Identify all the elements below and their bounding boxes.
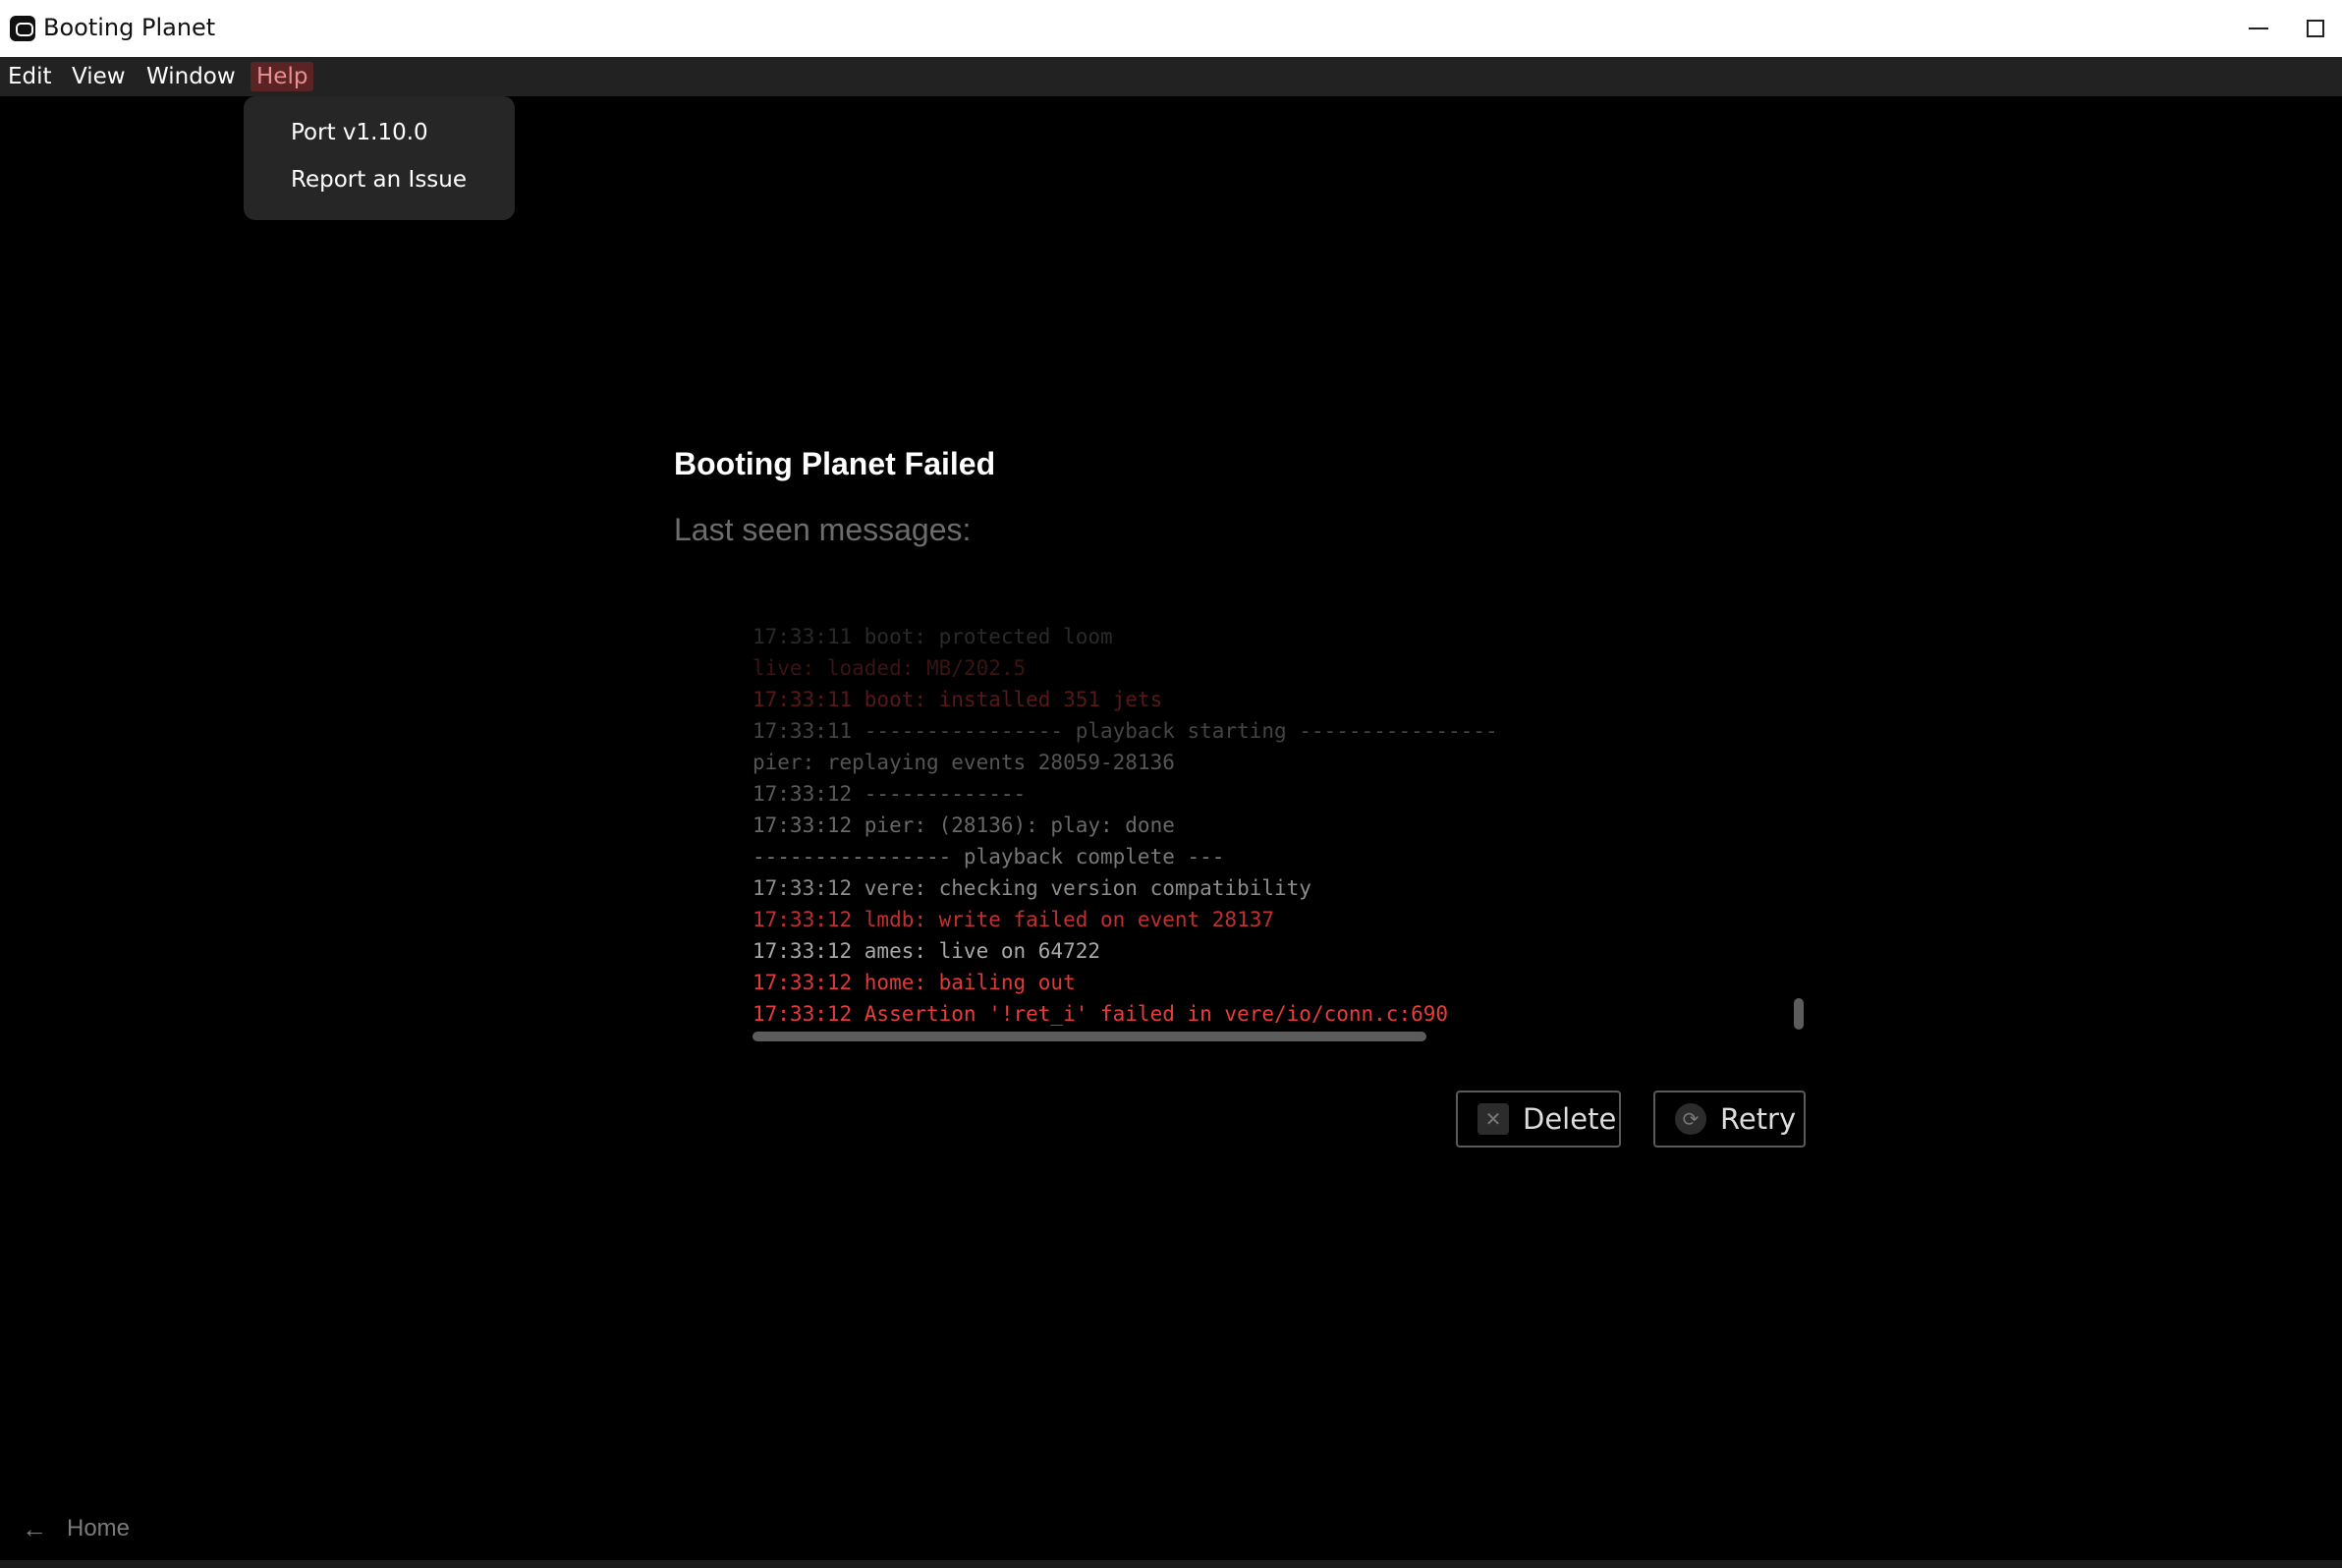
log-line: 17:33:12 lmdb: write failed on event 281… bbox=[753, 908, 1275, 931]
title-bar: Booting Planet bbox=[0, 0, 2342, 57]
refresh-icon: ⟳ bbox=[1675, 1103, 1706, 1135]
menu-edit[interactable]: Edit bbox=[2, 62, 58, 91]
menu-view[interactable]: View bbox=[66, 62, 132, 91]
log-line: ---------------- playback complete --- bbox=[753, 845, 1225, 868]
home-label: Home bbox=[67, 1515, 131, 1541]
page-title: Booting Planet Failed bbox=[674, 446, 996, 481]
log-line: 17:33:11 ---------------- playback start… bbox=[753, 719, 1498, 743]
log-line: 17:33:12 home: bailing out bbox=[753, 971, 1076, 994]
log-line: 17:33:12 ames: live on 64722 bbox=[753, 939, 1101, 963]
app-logo-icon bbox=[10, 16, 35, 41]
vertical-scrollbar[interactable] bbox=[1794, 998, 1804, 1030]
delete-icon: ✕ bbox=[1478, 1103, 1509, 1135]
log-line: 17:33:12 vere: checking version compatib… bbox=[753, 876, 1311, 900]
retry-button-label: Retry bbox=[1720, 1102, 1797, 1136]
log-line: 17:33:11 boot: installed 351 jets bbox=[753, 688, 1163, 711]
log-line: live: loaded: MB/202.5 bbox=[753, 656, 1027, 680]
home-link[interactable]: ← Home bbox=[22, 1513, 130, 1544]
delete-button-label: Delete bbox=[1523, 1102, 1617, 1136]
log-line: 17:33:11 boot: protected loom bbox=[753, 625, 1113, 648]
window-title: Booting Planet bbox=[43, 14, 216, 41]
menu-item-port-version[interactable]: Port v1.10.0 bbox=[291, 120, 428, 145]
log-line: pier: replaying events 28059-28136 bbox=[753, 751, 1175, 774]
log-line: 17:33:12 ------------- bbox=[753, 782, 1027, 806]
maximize-icon bbox=[2307, 20, 2324, 37]
retry-button[interactable]: ⟳ Retry bbox=[1653, 1091, 1806, 1148]
delete-button[interactable]: ✕ Delete bbox=[1456, 1091, 1621, 1148]
help-dropdown-menu: Port v1.10.0 Report an Issue bbox=[244, 96, 515, 220]
minimize-button[interactable] bbox=[2224, 0, 2293, 57]
arrow-left-icon: ← bbox=[22, 1513, 47, 1543]
log-output[interactable]: 17:33:11 boot: protected loom live: loade… bbox=[753, 621, 1804, 1034]
minimize-icon bbox=[2249, 28, 2268, 29]
page-subtitle: Last seen messages: bbox=[674, 512, 972, 547]
menu-help[interactable]: Help bbox=[251, 62, 314, 91]
menu-window[interactable]: Window bbox=[140, 62, 242, 91]
menu-item-report-issue[interactable]: Report an Issue bbox=[291, 167, 467, 193]
horizontal-scrollbar[interactable] bbox=[753, 1032, 1426, 1041]
window-bottom-border bbox=[0, 1560, 2342, 1568]
log-line: 17:33:12 pier: (28136): play: done bbox=[753, 813, 1175, 837]
menu-bar: Edit View Window Help bbox=[0, 57, 2342, 96]
maximize-button[interactable] bbox=[2293, 0, 2342, 57]
log-line: 17:33:12 Assertion '!ret_i' failed in ve… bbox=[753, 1002, 1449, 1026]
